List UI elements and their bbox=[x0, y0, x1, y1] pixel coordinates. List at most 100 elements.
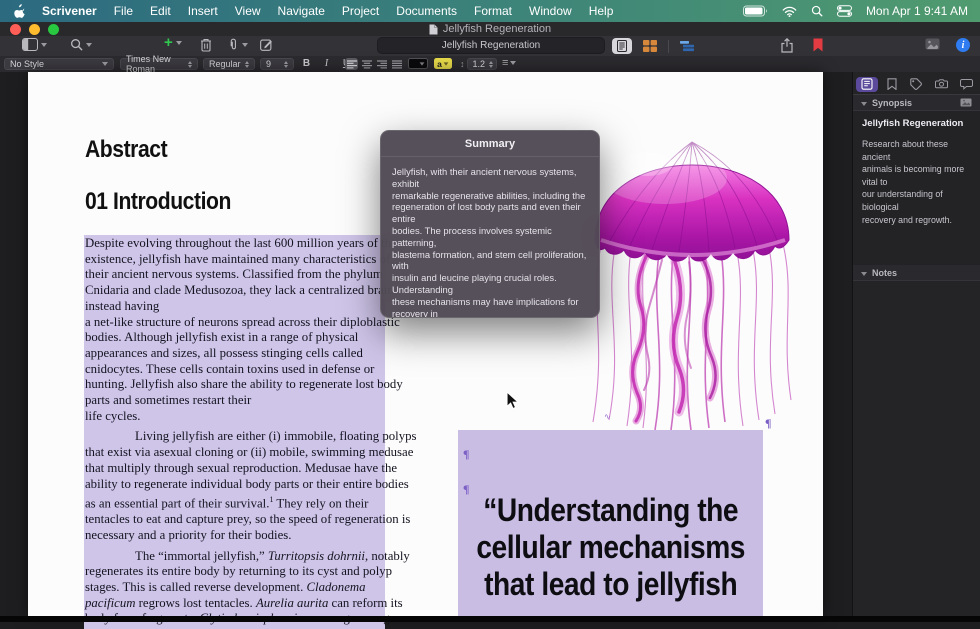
menu-item[interactable]: Format bbox=[474, 4, 512, 18]
wifi-icon[interactable] bbox=[782, 6, 797, 17]
align-justify-button[interactable] bbox=[390, 58, 403, 70]
notes-header-label: Notes bbox=[872, 268, 897, 278]
window-title: Jellyfish Regeneration bbox=[0, 23, 980, 35]
align-left-icon bbox=[347, 60, 357, 69]
spotlight-icon[interactable] bbox=[811, 5, 823, 17]
heading-introduction[interactable]: 01 Introduction bbox=[85, 188, 231, 216]
view-mode-document-button[interactable] bbox=[612, 38, 632, 54]
format-bar: No Style Times New Roman Regular 9 B I U… bbox=[0, 56, 980, 73]
align-right-button[interactable] bbox=[375, 58, 388, 70]
toolbar: + Jellyfish Regeneration i bbox=[0, 36, 980, 56]
bold-button[interactable]: B bbox=[300, 58, 313, 69]
selected-text-block[interactable]: Despite evolving throughout the last 600… bbox=[84, 235, 385, 629]
synopsis-content[interactable]: Jellyfish Regeneration Research about th… bbox=[853, 111, 980, 233]
binder-chevron[interactable] bbox=[41, 43, 47, 47]
media-icon[interactable] bbox=[925, 38, 940, 50]
style-dropdown-value: No Style bbox=[10, 59, 44, 69]
summary-popup-title: Summary bbox=[381, 131, 599, 157]
pull-quote-text[interactable]: “Understanding the cellular mechanisms t… bbox=[458, 492, 763, 603]
document-icon bbox=[429, 24, 438, 35]
view-mode-corkboard-button[interactable] bbox=[638, 38, 662, 54]
list-style-control[interactable]: ≡ bbox=[502, 58, 516, 68]
line-spacing-value: 1.2 bbox=[473, 59, 486, 69]
add-item-button[interactable]: + bbox=[164, 38, 173, 48]
synopsis-title[interactable]: Jellyfish Regeneration bbox=[862, 118, 971, 129]
inspector-panel: Synopsis Jellyfish Regeneration Research… bbox=[852, 72, 980, 616]
tab-bookmarks[interactable] bbox=[881, 77, 903, 92]
menu-item[interactable]: Navigate bbox=[278, 4, 325, 18]
notepad-icon bbox=[861, 78, 873, 90]
synopsis-disclosure-chevron[interactable] bbox=[861, 102, 867, 106]
document-title-field[interactable]: Jellyfish Regeneration bbox=[377, 37, 605, 54]
menu-bar: Scrivener File Edit Insert View Navigate Proj… bbox=[0, 0, 980, 22]
heading-abstract[interactable]: Abstract bbox=[85, 136, 167, 164]
add-item-chevron[interactable] bbox=[176, 41, 182, 45]
paperclip-chevron[interactable] bbox=[242, 43, 248, 47]
summary-popup: Summary Jellyfish, with their ancient ne… bbox=[380, 130, 600, 318]
menu-clock[interactable]: Mon Apr 1 9:41 AM bbox=[866, 4, 968, 18]
document-title-field-text: Jellyfish Regeneration bbox=[442, 40, 540, 51]
menu-item[interactable]: Window bbox=[529, 4, 572, 18]
line-spacing-field[interactable]: 1.2 bbox=[467, 58, 497, 70]
line-spacing-control[interactable]: ↕ 1.2 bbox=[460, 58, 497, 70]
variant-dropdown[interactable]: Regular bbox=[203, 58, 255, 70]
search-icon[interactable] bbox=[70, 38, 83, 51]
synopsis-section-header[interactable]: Synopsis bbox=[853, 95, 980, 111]
comment-bubble-icon bbox=[960, 79, 973, 90]
menu-item[interactable]: File bbox=[114, 4, 133, 18]
paperclip-icon[interactable] bbox=[228, 38, 239, 51]
inspector-tabs bbox=[853, 72, 980, 95]
notes-section-header[interactable]: Notes bbox=[853, 265, 980, 281]
bookmark-icon[interactable] bbox=[813, 38, 823, 52]
arrow-cursor-icon bbox=[506, 391, 519, 410]
align-left-button[interactable] bbox=[345, 58, 358, 70]
inspector-toggle-button[interactable]: i bbox=[956, 38, 970, 52]
document-paragraph[interactable]: Despite evolving throughout the last 600… bbox=[85, 236, 385, 424]
text-color-swatch[interactable] bbox=[408, 58, 428, 69]
menu-item[interactable]: Help bbox=[589, 4, 614, 18]
menu-item[interactable]: Edit bbox=[150, 4, 171, 18]
pull-quote-block[interactable]: ¶ ¶ “Understanding the cellular mechanis… bbox=[458, 430, 763, 616]
view-mode-outline-button[interactable] bbox=[675, 38, 699, 54]
search-chevron[interactable] bbox=[86, 43, 92, 47]
trash-icon[interactable] bbox=[200, 38, 212, 52]
synopsis-header-label: Synopsis bbox=[872, 98, 912, 108]
variant-dropdown-value: Regular bbox=[209, 59, 241, 69]
font-dropdown-stepper bbox=[188, 61, 192, 68]
binder-sidebar-icon[interactable] bbox=[22, 38, 38, 51]
highlight-letter: a bbox=[437, 59, 442, 69]
compose-icon[interactable] bbox=[260, 38, 273, 51]
align-center-button[interactable] bbox=[360, 58, 373, 70]
synopsis-body[interactable]: Research about these ancient animals is … bbox=[862, 138, 971, 226]
apple-menu[interactable] bbox=[14, 4, 26, 18]
menu-item[interactable]: Project bbox=[342, 4, 379, 18]
italic-button[interactable]: I bbox=[320, 58, 333, 69]
style-dropdown[interactable]: No Style bbox=[4, 58, 114, 70]
pilcrow-mark: ¶ bbox=[463, 447, 469, 462]
synopsis-image-icon[interactable] bbox=[960, 98, 972, 107]
menu-item[interactable]: Insert bbox=[188, 4, 218, 18]
bookmark-outline-icon bbox=[887, 78, 897, 90]
tab-comments[interactable] bbox=[955, 77, 977, 92]
notes-disclosure-chevron[interactable] bbox=[861, 272, 867, 276]
menu-item[interactable]: Documents bbox=[396, 4, 457, 18]
tab-metadata[interactable] bbox=[905, 77, 927, 92]
menu-item[interactable]: View bbox=[235, 4, 261, 18]
align-justify-icon bbox=[392, 60, 402, 69]
share-icon[interactable] bbox=[781, 38, 793, 53]
control-center-icon[interactable] bbox=[837, 5, 852, 17]
tab-notes[interactable] bbox=[856, 77, 878, 92]
text-color-chevron bbox=[420, 62, 425, 65]
font-dropdown[interactable]: Times New Roman bbox=[120, 58, 198, 70]
tag-icon bbox=[910, 78, 922, 90]
font-size-dropdown[interactable]: 9 bbox=[260, 58, 294, 70]
outline-icon bbox=[680, 40, 694, 52]
list-icon: ≡ bbox=[502, 58, 508, 68]
highlight-color-swatch[interactable]: a bbox=[434, 58, 452, 69]
tab-snapshots[interactable] bbox=[930, 77, 952, 92]
line-spacing-stepper bbox=[489, 61, 493, 68]
document-paragraph[interactable]: Living jellyfish are either (i) immobile… bbox=[85, 429, 385, 543]
view-mode-separator bbox=[668, 40, 669, 53]
menu-app-name[interactable]: Scrivener bbox=[42, 4, 97, 18]
apple-icon bbox=[14, 4, 26, 18]
